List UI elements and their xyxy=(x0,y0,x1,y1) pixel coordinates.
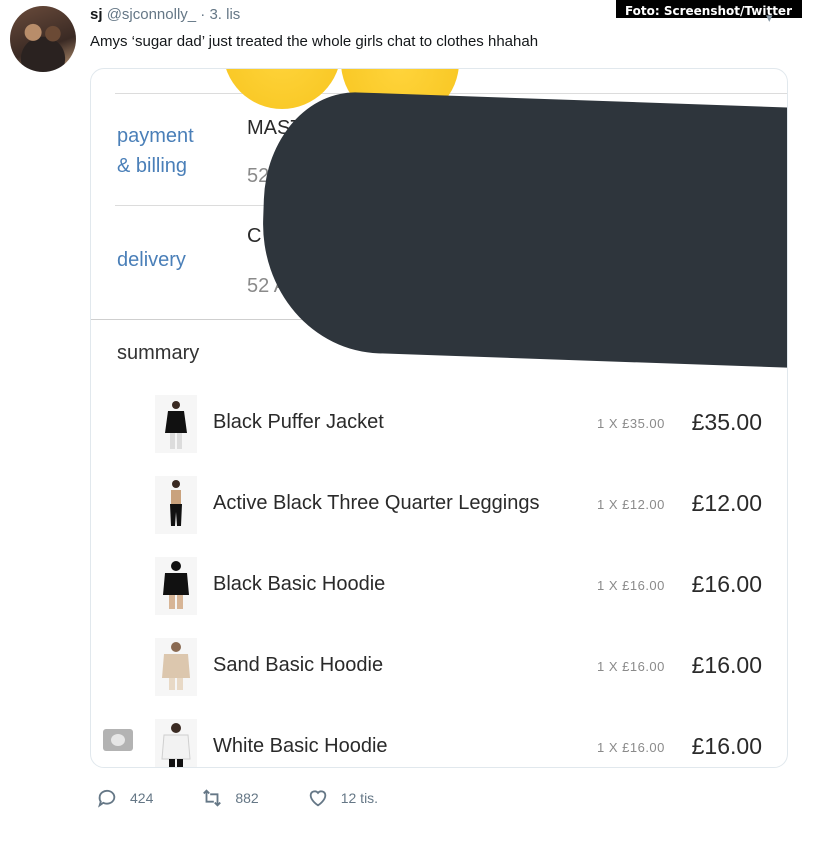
avatar[interactable] xyxy=(10,6,76,72)
tweet-text: Amys ‘sugar dad’ just treated the whole … xyxy=(90,33,539,50)
separator-dot: · xyxy=(200,6,206,23)
payment-billing-label: payment & billing xyxy=(117,125,194,177)
user-name[interactable]: sj xyxy=(90,6,103,23)
reply-count: 424 xyxy=(130,790,154,806)
reply-button[interactable]: 424 xyxy=(96,787,153,809)
retweet-button[interactable]: 882 xyxy=(201,787,259,809)
tweet-date[interactable]: 3. lis xyxy=(209,6,240,23)
order-item: Black Basic Hoodie 1 X £16.00 £16.00 xyxy=(91,557,787,617)
like-count: 12 tis. xyxy=(340,790,379,806)
delivery-label: delivery xyxy=(117,249,186,271)
product-thumbnail xyxy=(155,638,197,696)
order-item: White Basic Hoodie 1 X £16.00 £16.00 xyxy=(91,719,787,767)
item-name: Active Black Three Quarter Leggings xyxy=(213,492,540,514)
item-name: Black Basic Hoodie xyxy=(213,573,386,595)
item-quantity: 1 X £16.00 xyxy=(597,740,665,755)
item-name: Sand Basic Hoodie xyxy=(213,654,384,676)
user-handle[interactable]: @sjconnolly_ xyxy=(107,6,196,23)
tweet-image[interactable]: payment & billing MAST 52 delivery C 52 … xyxy=(90,68,788,768)
summary-title: summary xyxy=(117,342,200,364)
item-name: White Basic Hoodie xyxy=(213,735,388,757)
chevron-down-icon[interactable]: ▾ xyxy=(766,10,773,26)
item-quantity: 1 X £16.00 xyxy=(597,659,665,674)
item-price: £16.00 xyxy=(691,652,762,678)
item-quantity: 1 X £12.00 xyxy=(597,497,665,512)
tweet-header: sj @sjconnolly_ · 3. lis xyxy=(90,6,240,23)
heart-icon xyxy=(309,790,326,807)
product-thumbnail xyxy=(155,476,197,534)
media-tag-icon[interactable] xyxy=(103,729,133,751)
divider xyxy=(115,93,787,94)
item-price: £12.00 xyxy=(691,490,762,516)
photo-credit-watermark: Foto: Screenshot/Twitter xyxy=(616,0,802,18)
item-name: Black Puffer Jacket xyxy=(213,411,384,433)
retweet-icon xyxy=(203,789,222,807)
retweet-count: 882 xyxy=(235,790,259,806)
order-item: Active Black Three Quarter Leggings 1 X … xyxy=(91,476,787,536)
item-price: £35.00 xyxy=(691,409,762,435)
order-item: Sand Basic Hoodie 1 X £16.00 £16.00 xyxy=(91,638,787,698)
product-thumbnail xyxy=(155,557,197,615)
item-quantity: 1 X £16.00 xyxy=(597,578,665,593)
item-quantity: 1 X £35.00 xyxy=(597,416,665,431)
redaction-blackout xyxy=(258,89,787,369)
reply-icon xyxy=(98,789,116,808)
item-price: £16.00 xyxy=(691,571,762,597)
like-button[interactable]: 12 tis. xyxy=(307,787,378,809)
item-price: £16.00 xyxy=(691,733,762,759)
delivery-name-value: C xyxy=(247,225,262,247)
tweet-actions: 424 882 12 tis. xyxy=(96,786,426,810)
product-thumbnail xyxy=(155,395,197,453)
product-thumbnail xyxy=(155,719,197,767)
order-item: Black Puffer Jacket 1 X £35.00 £35.00 xyxy=(91,395,787,455)
